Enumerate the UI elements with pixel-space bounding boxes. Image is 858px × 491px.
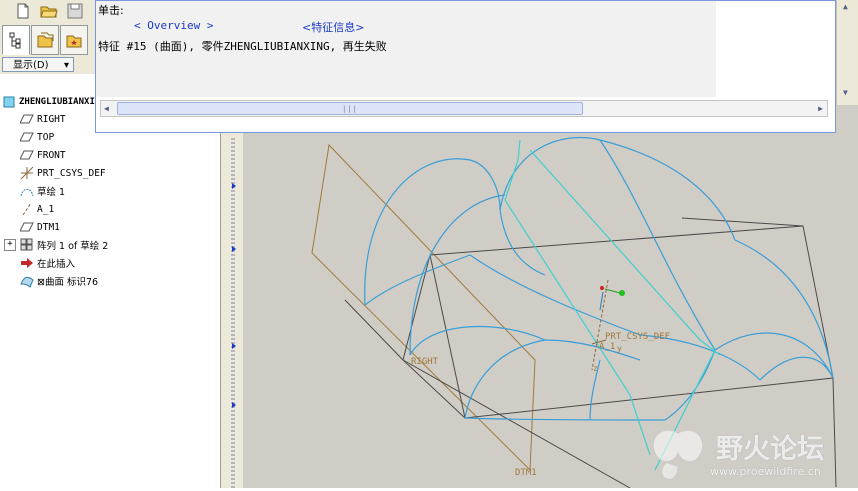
feature-info-link[interactable]: <特征信息> [302, 19, 364, 35]
axis-label: A_1 [599, 342, 616, 352]
favorites-icon[interactable] [60, 25, 88, 55]
show-button-label: 显示(D) [13, 60, 49, 71]
scroll-down-icon[interactable]: ▼ [843, 88, 848, 97]
sketch-icon [20, 184, 34, 198]
tree-item-pattern[interactable]: + 阵列 1 of 草绘 2 [4, 237, 108, 253]
show-bar: 显示(D) ▾ [0, 56, 96, 74]
grip-icon: ||| [342, 104, 358, 113]
message-line: 特征 #15 (曲面), 零件ZHENGLIUBIANXING, 再生失败 [98, 40, 387, 53]
tree-root[interactable]: ZHENGLIUBIANXI [2, 94, 95, 110]
pattern-icon [20, 238, 34, 252]
scroll-thumb[interactable]: ||| [117, 102, 583, 115]
datum-plane-icon [19, 130, 34, 144]
csys-label: PRT_CSYS_DEF [605, 332, 671, 342]
tree-item-label: PRT_CSYS_DEF [37, 167, 106, 179]
tree-item-right[interactable]: RIGHT [19, 111, 66, 127]
tree-item-label: 阵列 1 of 草绘 2 [37, 241, 109, 252]
tree-item-surface[interactable]: ⊠曲面 标识76 [20, 273, 98, 289]
csys-icon [20, 166, 34, 180]
message-right-strip: ▲ ▼ [836, 0, 858, 105]
sash-arrow-icon[interactable] [232, 246, 236, 252]
tree-item-label: 在此插入 [37, 259, 76, 270]
watermark: 野火论坛 www.proewildfire.cn [648, 423, 858, 488]
overview-link[interactable]: < Overview > [134, 19, 213, 32]
message-window: 单击: < Overview > <特征信息> 特征 #15 (曲面), 零件Z… [95, 0, 836, 133]
sash-arrow-icon[interactable] [232, 402, 236, 408]
tree-item-top[interactable]: TOP [19, 129, 55, 145]
chevron-down-icon: ▾ [63, 60, 69, 71]
tree-root-label: ZHENGLIUBIANXI [19, 97, 95, 107]
navigator-tabs [0, 22, 96, 57]
axis-y-label: y [617, 344, 622, 353]
tree-item-dtm1[interactable]: DTM1 [19, 219, 60, 235]
expand-plus-icon[interactable]: + [4, 239, 16, 251]
datum-plane-icon [19, 112, 34, 126]
tree-item-axis[interactable]: A_1 [20, 201, 54, 217]
tree-item-csys[interactable]: PRT_CSYS_DEF [20, 165, 106, 181]
axis-z-label: z [593, 364, 598, 373]
tree-item-label: A_1 [37, 203, 55, 215]
main-toolbar [0, 0, 96, 22]
tree-item-label: DTM1 [37, 221, 60, 233]
part-icon [2, 95, 16, 109]
watermark-brand: 野火论坛 [716, 434, 824, 465]
watermark-url: www.proewildfire.cn [710, 465, 821, 478]
sash-arrow-icon[interactable] [232, 183, 236, 189]
model-tree: ZHENGLIUBIANXI RIGHT TOP FRONT PRT_CSYS_… [0, 74, 221, 488]
open-folder-icon[interactable] [40, 2, 58, 20]
tree-item-label: TOP [37, 131, 55, 143]
tree-item-label: 草绘 1 [37, 187, 66, 198]
folder-browser-icon[interactable] [31, 25, 59, 55]
datum-plane-icon [19, 148, 34, 162]
tree-item-label: ⊠曲面 标识76 [37, 277, 99, 288]
show-menu-button[interactable]: 显示(D) ▾ [2, 57, 74, 72]
datum-axis-icon [20, 202, 34, 216]
scroll-up-icon[interactable]: ▲ [843, 2, 848, 11]
sash-arrow-icon[interactable] [232, 343, 236, 349]
model-tree-icon[interactable] [2, 25, 30, 55]
new-file-icon[interactable] [14, 2, 32, 20]
save-icon[interactable] [66, 2, 84, 20]
butterfly-logo-icon [652, 430, 704, 480]
horizontal-scrollbar[interactable]: ◀ ||| ▶ [100, 100, 828, 117]
tree-item-front[interactable]: FRONT [19, 147, 66, 163]
sash-grip[interactable] [231, 138, 235, 488]
right-datum-label: RIGHT [411, 357, 439, 367]
scroll-left-icon[interactable]: ◀ [104, 104, 109, 113]
insert-here-arrow-icon [20, 256, 34, 270]
message-click-label: 单击: [98, 4, 124, 17]
tree-item-label: FRONT [37, 149, 66, 161]
tree-item-sketch1[interactable]: 草绘 1 [20, 183, 65, 199]
datum-plane-icon [19, 220, 34, 234]
dtm1-datum-label: DTM1 [515, 468, 537, 478]
scroll-right-icon[interactable]: ▶ [818, 104, 823, 113]
tree-item-label: RIGHT [37, 113, 66, 125]
tree-item-insert-here[interactable]: 在此插入 [20, 255, 75, 271]
surface-icon [20, 274, 34, 288]
message-area: 单击: < Overview > <特征信息> 特征 #15 (曲面), 零件Z… [96, 1, 716, 97]
